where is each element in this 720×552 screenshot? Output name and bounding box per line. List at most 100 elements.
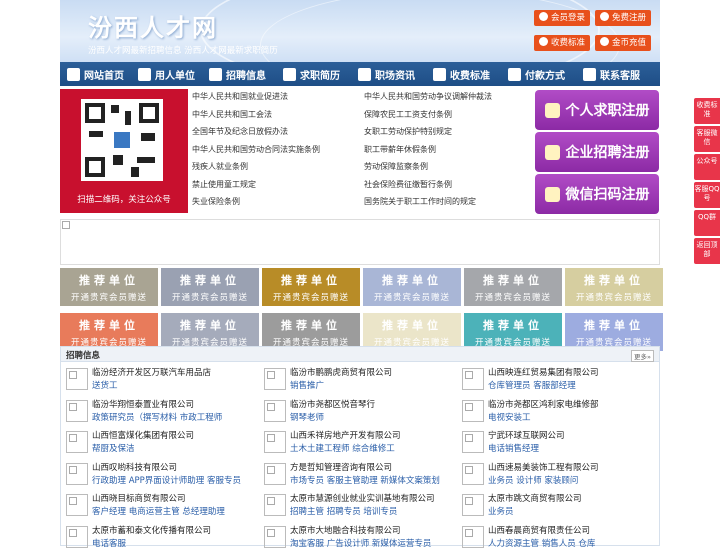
job-listing[interactable]: 临汾市鹏鹏虎商贸有限公司 销售推广 (259, 364, 454, 394)
company-name[interactable]: 山西晓目标商贸有限公司 (92, 492, 186, 504)
site-title[interactable]: 汾西人才网 (88, 8, 218, 43)
company-name[interactable]: 太原市大地融合科技有限公司 (290, 524, 401, 536)
nav-item-1[interactable]: 网站首页 (60, 62, 131, 86)
jobs-more-link[interactable]: 更多» (631, 350, 654, 362)
side-button-4[interactable]: 客服QQ号 (694, 182, 720, 208)
job-positions[interactable]: 行政助理 APP界面设计师助理 客服专员 (92, 474, 241, 486)
job-listing[interactable]: 山西禾祥房地产开发有限公司 土木土建工程师 综合维修工 (259, 427, 454, 457)
side-button-2[interactable]: 客服微信 (694, 126, 720, 152)
company-name[interactable]: 山西映连红贸易集团有限公司 (488, 366, 599, 378)
job-listing[interactable]: 山西晓目标商贸有限公司 客户经理 电商运营主管 总经理助理 (61, 490, 256, 520)
law-link[interactable]: 中华人民共和国劳动合同法实施条例 (192, 144, 320, 156)
job-positions[interactable]: 帮厨及保洁 (92, 442, 135, 454)
company-name[interactable]: 方是哲知管理咨询有限公司 (290, 461, 392, 473)
company-name[interactable]: 临汾经济开发区万联汽车用品店 (92, 366, 211, 378)
company-name[interactable]: 太原市慧源创业就业实训基地有限公司 (290, 492, 435, 504)
company-name[interactable]: 山西禾祥房地产开发有限公司 (290, 429, 401, 441)
job-positions[interactable]: 业务员 设计师 家装顾问 (488, 474, 578, 486)
nav-item-3[interactable]: 招聘信息 (202, 62, 276, 86)
side-button-1[interactable]: 收费标准 (694, 98, 720, 124)
company-name[interactable]: 山西叹哟科技有限公司 (92, 461, 177, 473)
job-listing[interactable]: 山西速易美装饰工程有限公司 业务员 设计师 家装顾问 (457, 459, 652, 489)
job-listing[interactable]: 太原市蓄和泰文化传播有限公司 电话客服 (61, 522, 256, 552)
law-link[interactable]: 社会保险费征缴暂行条例 (364, 179, 452, 191)
company-name[interactable]: 太原市蓄和泰文化传播有限公司 (92, 524, 211, 536)
nav-item-6[interactable]: 收费标准 (426, 62, 501, 86)
job-listing[interactable]: 太原市大地融合科技有限公司 淘宝客服 广告设计师 新媒体运营专员 (259, 522, 454, 552)
job-positions[interactable]: 仓库管理员 客服部经理 (488, 379, 576, 391)
nav-item-7[interactable]: 付款方式 (501, 62, 576, 86)
job-positions[interactable]: 招聘主管 招聘专员 培训专员 (290, 505, 397, 517)
law-link[interactable]: 职工带薪年休假条例 (364, 144, 436, 156)
job-listing[interactable]: 宁武环球互联网公司 电话销售经理 (457, 427, 652, 457)
job-positions[interactable]: 电话客服 (92, 537, 126, 549)
featured-company-ad[interactable]: 推荐单位 开通贵宾会员赠送 (161, 268, 259, 306)
featured-company-ad[interactable]: 推荐单位 开通贵宾会员赠送 (363, 268, 461, 306)
company-name[interactable]: 临汾市鹏鹏虎商贸有限公司 (290, 366, 392, 378)
law-link[interactable]: 残疾人就业条例 (192, 161, 248, 173)
register-button[interactable]: 免费注册 (595, 10, 651, 26)
job-listing[interactable]: 临汾市尧都区悦音琴行 钢琴老师 (259, 396, 454, 426)
law-link[interactable]: 国务院关于职工工作时间的规定 (364, 196, 476, 208)
nav-item-4[interactable]: 求职简历 (276, 62, 351, 86)
job-positions[interactable]: 业务员 (488, 505, 514, 517)
side-button-6[interactable]: 返回顶部 (694, 238, 720, 264)
job-positions[interactable]: 客户经理 电商运营主管 总经理助理 (92, 505, 225, 517)
law-link[interactable]: 劳动保障监察条例 (364, 161, 428, 173)
side-button-3[interactable]: 公众号 (694, 154, 720, 180)
login-button[interactable]: 会员登录 (534, 10, 590, 26)
law-link[interactable]: 中华人民共和国工会法 (192, 109, 272, 121)
law-link[interactable]: 保障农民工工资支付条例 (364, 109, 452, 121)
side-button-5[interactable]: QQ群 (694, 210, 720, 236)
job-listing[interactable]: 方是哲知管理咨询有限公司 市场专员 客服主管助理 新媒体文案策划 (259, 459, 454, 489)
company-name[interactable]: 临汾市尧都区悦音琴行 (290, 398, 375, 410)
law-link[interactable]: 女职工劳动保护特别规定 (364, 126, 452, 138)
job-listing[interactable]: 临汾华翔恒泰置业有限公司 政策研究员（撰写材料 市政工程师 (61, 396, 256, 426)
ad-title: 推荐单位 (180, 319, 240, 332)
featured-company-ad[interactable]: 推荐单位 开通贵宾会员赠送 (262, 268, 360, 306)
job-listing[interactable]: 山西恒富煤化集团有限公司 帮厨及保洁 (61, 427, 256, 457)
company-name[interactable]: 宁武环球互联网公司 (488, 429, 565, 441)
recharge-button[interactable]: 金币充值 (595, 35, 651, 51)
job-positions[interactable]: 市场专员 客服主管助理 新媒体文案策划 (290, 474, 440, 486)
featured-company-ad[interactable]: 推荐单位 开通贵宾会员赠送 (565, 268, 663, 306)
job-listing[interactable]: 山西叹哟科技有限公司 行政助理 APP界面设计师助理 客服专员 (61, 459, 256, 489)
law-link[interactable]: 禁止使用童工规定 (192, 179, 256, 191)
company-name[interactable]: 山西春晨商贸有限责任公司 (488, 524, 590, 536)
home-icon (67, 67, 80, 81)
company-name[interactable]: 太原市跳文商贸有限公司 (488, 492, 582, 504)
company-name[interactable]: 山西恒富煤化集团有限公司 (92, 429, 194, 441)
law-link[interactable]: 中华人民共和国就业促进法 (192, 91, 288, 103)
job-positions[interactable]: 钢琴老师 (290, 411, 324, 423)
job-listing[interactable]: 临汾市尧都区鸿利家电维修部 电视安装工 (457, 396, 652, 426)
job-listing[interactable]: 临汾经济开发区万联汽车用品店 送货工 (61, 364, 256, 394)
job-listing[interactable]: 山西春晨商贸有限责任公司 人力资源主管 销售人员 仓库 (457, 522, 652, 552)
banner-image[interactable] (60, 219, 660, 265)
pricing-button[interactable]: 收费标准 (534, 35, 590, 51)
law-link[interactable]: 全国年节及纪念日放假办法 (192, 126, 288, 138)
job-positions[interactable]: 电话销售经理 (488, 442, 539, 454)
nav-item-2[interactable]: 用人单位 (131, 62, 202, 86)
featured-company-ad[interactable]: 推荐单位 开通贵宾会员赠送 (464, 268, 562, 306)
job-listing[interactable]: 太原市慧源创业就业实训基地有限公司 招聘主管 招聘专员 培训专员 (259, 490, 454, 520)
job-positions[interactable]: 人力资源主管 销售人员 仓库 (488, 537, 595, 549)
personal-register-button[interactable]: 个人求职注册 (535, 90, 659, 130)
law-link[interactable]: 中华人民共和国劳动争议调解仲裁法 (364, 91, 492, 103)
job-positions[interactable]: 政策研究员（撰写材料 市政工程师 (92, 411, 222, 423)
company-register-button[interactable]: 企业招聘注册 (535, 132, 659, 172)
job-positions[interactable]: 土木土建工程师 综合维修工 (290, 442, 395, 454)
job-positions[interactable]: 销售推广 (290, 379, 324, 391)
job-positions[interactable]: 送货工 (92, 379, 118, 391)
nav-item-8[interactable]: 联系客服 (576, 62, 660, 86)
company-name[interactable]: 临汾华翔恒泰置业有限公司 (92, 398, 194, 410)
job-listing[interactable]: 山西映连红贸易集团有限公司 仓库管理员 客服部经理 (457, 364, 652, 394)
company-name[interactable]: 山西速易美装饰工程有限公司 (488, 461, 599, 473)
wechat-register-button[interactable]: 微信扫码注册 (535, 174, 659, 214)
job-listing[interactable]: 太原市跳文商贸有限公司 业务员 (457, 490, 652, 520)
company-name[interactable]: 临汾市尧都区鸿利家电维修部 (488, 398, 599, 410)
job-positions[interactable]: 电视安装工 (488, 411, 531, 423)
law-link[interactable]: 失业保险条例 (192, 196, 240, 208)
job-positions[interactable]: 淘宝客服 广告设计师 新媒体运营专员 (290, 537, 431, 549)
nav-item-5[interactable]: 职场资讯 (351, 62, 426, 86)
featured-company-ad[interactable]: 推荐单位 开通贵宾会员赠送 (60, 268, 158, 306)
